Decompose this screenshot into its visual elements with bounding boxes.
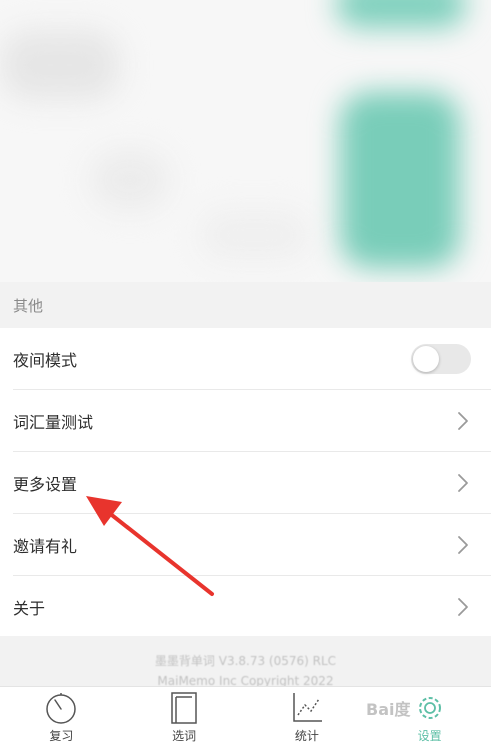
- bottom-tab-bar: 复习 选词 统计 设置: [0, 686, 491, 746]
- settings-row-more-settings[interactable]: 更多设置: [0, 452, 491, 514]
- row-label: 词汇量测试: [13, 413, 94, 432]
- settings-list: 夜间模式 词汇量测试 更多设置 邀请有礼 关于: [0, 328, 491, 638]
- row-label: 关于: [13, 599, 46, 618]
- section-title: 其他: [13, 296, 44, 315]
- row-label: 邀请有礼: [13, 537, 78, 556]
- settings-row-vocab-test[interactable]: 词汇量测试: [0, 390, 491, 452]
- chevron-right-icon: [458, 412, 468, 430]
- tab-label: 复习: [49, 729, 74, 743]
- timer-icon: [46, 693, 77, 724]
- copyright-text: MaiMemo Inc Copyright 2022: [157, 674, 334, 686]
- settings-row-about[interactable]: 关于: [0, 576, 491, 638]
- row-label: 更多设置: [13, 475, 78, 494]
- app-version-footer: 墨墨背单词 V3.8.73 (0576) RLC MaiMemo Inc Cop…: [0, 636, 491, 686]
- section-header-other: 其他: [0, 282, 491, 328]
- tab-label: 选词: [172, 729, 197, 743]
- chart-icon: [293, 693, 322, 722]
- book-icon: [171, 692, 197, 724]
- chevron-right-icon: [458, 598, 468, 616]
- blurred-gray-block: [200, 210, 310, 260]
- blurred-gray-block: [90, 150, 170, 210]
- blurred-content-area: [0, 0, 491, 282]
- tab-review[interactable]: 复习: [0, 687, 123, 746]
- tab-label: 设置: [417, 729, 442, 743]
- tab-select-words[interactable]: 选词: [123, 687, 246, 746]
- blurred-teal-block: [340, 92, 460, 268]
- settings-row-invite[interactable]: 邀请有礼: [0, 514, 491, 576]
- night-mode-toggle[interactable]: [411, 344, 471, 374]
- watermark-logo: Bai度: [366, 700, 411, 719]
- tab-label: 统计: [294, 729, 319, 743]
- gear-icon: [418, 697, 441, 719]
- tab-statistics[interactable]: 统计: [246, 687, 369, 746]
- toggle-knob: [413, 346, 439, 372]
- chevron-right-icon: [458, 536, 468, 554]
- settings-row-night-mode[interactable]: 夜间模式: [0, 328, 491, 390]
- blurred-gray-block: [0, 30, 120, 100]
- version-text: 墨墨背单词 V3.8.73 (0576) RLC: [154, 654, 337, 668]
- blurred-teal-block: [336, 0, 466, 28]
- row-label: 夜间模式: [13, 351, 78, 370]
- chevron-right-icon: [458, 474, 468, 492]
